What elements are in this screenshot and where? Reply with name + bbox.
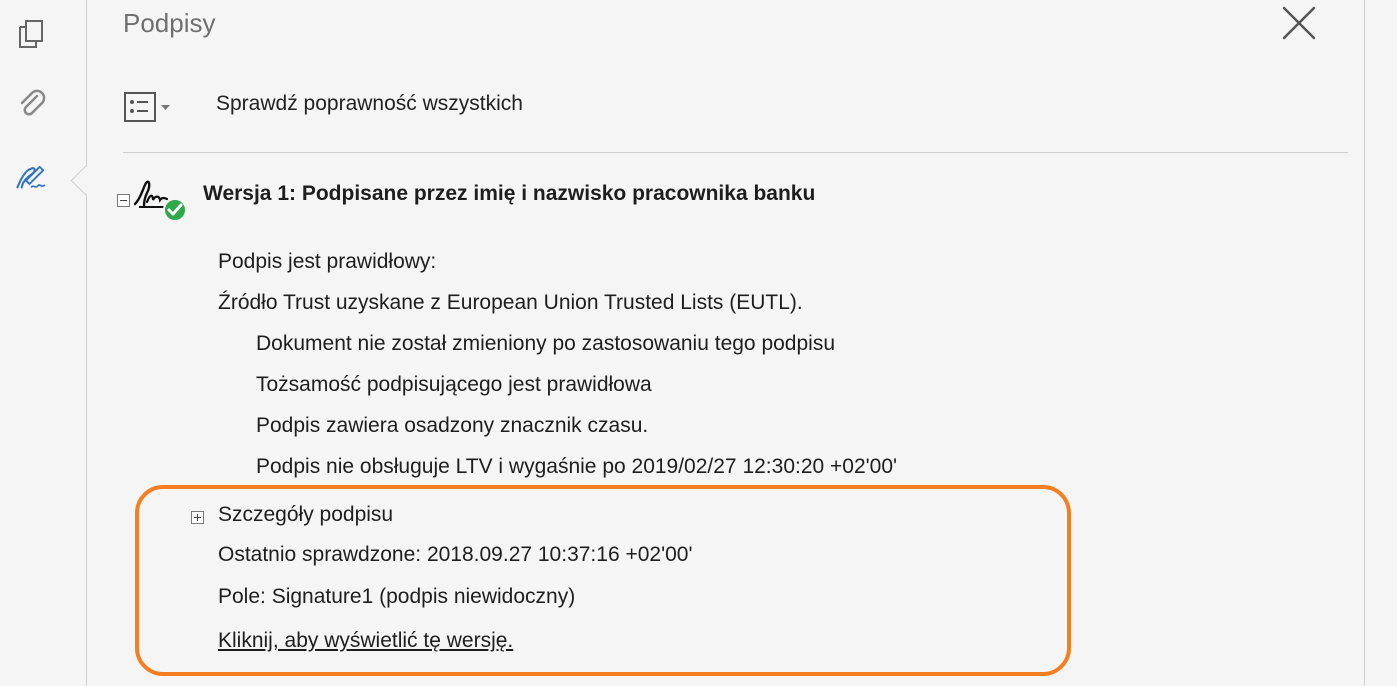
trust-source-text: Źródło Trust uzyskane z European Union T… bbox=[218, 291, 803, 314]
pages-icon[interactable] bbox=[14, 16, 50, 52]
right-scroll-edge bbox=[1364, 0, 1397, 686]
signature-status-text: Podpis jest prawidłowy: bbox=[218, 250, 437, 273]
signatures-panel: Podpisy Sprawdź poprawność wszystkich We… bbox=[87, 0, 1364, 686]
signature-details-label: Szczegóły podpisu bbox=[218, 503, 394, 526]
panel-title: Podpisy bbox=[123, 8, 216, 38]
signature-pen-icon[interactable] bbox=[14, 160, 50, 196]
check-unchanged-text: Dokument nie został zmieniony po zastoso… bbox=[256, 332, 836, 355]
signature-toolbar: Sprawdź poprawność wszystkich bbox=[123, 84, 1348, 132]
attachment-icon[interactable] bbox=[14, 86, 50, 122]
check-timestamp-text: Podpis zawiera osadzony znacznik czasu. bbox=[256, 414, 649, 437]
check-identity-text: Tożsamość podpisującego jest prawidłowa bbox=[256, 373, 652, 396]
options-menu-button[interactable] bbox=[123, 91, 177, 125]
close-button[interactable] bbox=[1277, 4, 1321, 44]
check-ltv-text: Podpis nie obsługuje LTV i wygaśnie po 2… bbox=[256, 455, 898, 478]
left-navigation-rail bbox=[0, 0, 87, 686]
last-checked-text: Ostatnio sprawdzone: 2018.09.27 10:37:16… bbox=[218, 543, 693, 566]
signature-field-text: Pole: Signature1 (podpis niewidoczny) bbox=[218, 585, 576, 608]
validate-all-button[interactable]: Sprawdź poprawność wszystkich bbox=[216, 92, 523, 116]
version-title: Wersja 1: Podpisane przez imię i nazwisk… bbox=[203, 182, 816, 205]
signature-valid-icon bbox=[133, 180, 187, 222]
expand-details-icon[interactable] bbox=[191, 511, 204, 524]
toolbar-divider bbox=[123, 152, 1348, 153]
view-version-link[interactable]: Kliknij, aby wyświetlić tę wersję. bbox=[218, 629, 513, 653]
collapse-toggle-icon[interactable] bbox=[117, 194, 130, 207]
signature-details-row[interactable]: Szczegóły podpisu bbox=[191, 503, 394, 527]
options-list-icon bbox=[124, 92, 170, 122]
signature-version-header[interactable]: Wersja 1: Podpisane przez imię i nazwisk… bbox=[117, 168, 1267, 230]
close-icon bbox=[1282, 6, 1316, 40]
